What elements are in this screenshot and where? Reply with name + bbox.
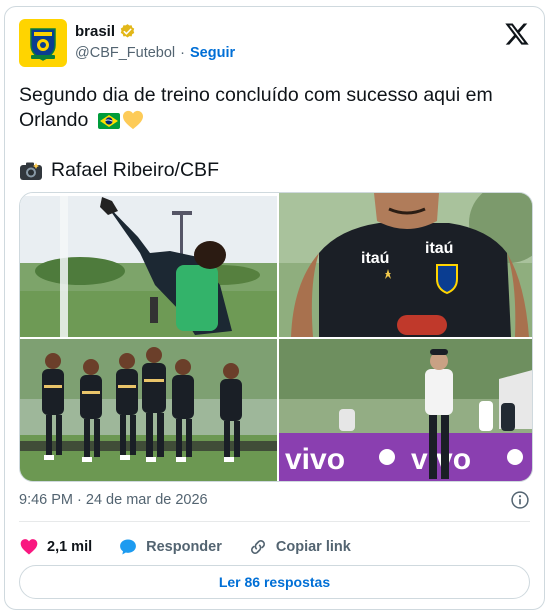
divider xyxy=(19,521,530,522)
yellow-heart-icon xyxy=(122,110,143,130)
media-grid: itaú itaú vivo xyxy=(19,192,533,482)
display-name[interactable]: brasil xyxy=(75,23,115,40)
reply-label: Responder xyxy=(146,539,222,555)
goalkeeper-training-photo[interactable] xyxy=(20,193,277,337)
player-closeup-photo[interactable]: itaú itaú xyxy=(279,193,532,337)
post-timestamp[interactable]: 9:46 PM · 24 de mar de 2026 xyxy=(19,492,208,508)
svg-text:itaú: itaú xyxy=(425,240,453,257)
like-button[interactable]: 2,1 mil xyxy=(19,537,92,557)
svg-text:itaú: itaú xyxy=(361,250,389,267)
copy-link-label: Copiar link xyxy=(275,539,351,555)
follow-button[interactable]: Seguir xyxy=(190,45,235,61)
team-warmup-photo[interactable] xyxy=(20,339,277,481)
tweet-text-line2: Orlando xyxy=(19,109,89,131)
verified-badge-icon xyxy=(120,24,135,38)
link-icon xyxy=(250,540,265,554)
brazil-flag-icon xyxy=(97,113,120,129)
account-names: brasil @CBF_Futebol · Seguir xyxy=(75,23,235,61)
info-icon[interactable] xyxy=(510,490,530,510)
tweet-text-line1: Segundo dia de treino concluído com suce… xyxy=(19,84,493,106)
heart-icon xyxy=(20,539,38,555)
avatar[interactable] xyxy=(19,19,67,67)
account-handle[interactable]: @CBF_Futebol xyxy=(75,45,175,61)
like-count: 2,1 mil xyxy=(47,539,93,555)
tweet-header: brasil @CBF_Futebol · Seguir xyxy=(19,19,530,69)
coach-photo[interactable]: vivo vivo xyxy=(279,339,532,481)
svg-text:vivo: vivo xyxy=(285,443,345,476)
photo-credit-text: Rafael Ribeiro/CBF xyxy=(51,159,219,181)
separator: · xyxy=(180,45,185,61)
cbf-crest-icon xyxy=(30,28,56,61)
x-logo-icon[interactable] xyxy=(504,21,530,47)
action-bar: 2,1 mil Responder Copiar link xyxy=(19,534,377,560)
tweet-text: Segundo dia de treino concluído com suce… xyxy=(19,83,519,133)
tweet-card: brasil @CBF_Futebol · Seguir Segundo dia… xyxy=(4,6,545,610)
reply-button[interactable]: Responder xyxy=(118,537,222,557)
copy-link-button[interactable]: Copiar link xyxy=(248,537,351,557)
camera-icon xyxy=(20,162,42,180)
reply-bubble-icon xyxy=(120,539,137,555)
photo-credit: Rafael Ribeiro/CBF xyxy=(19,159,219,182)
read-replies-button[interactable]: Ler 86 respostas xyxy=(19,565,530,599)
